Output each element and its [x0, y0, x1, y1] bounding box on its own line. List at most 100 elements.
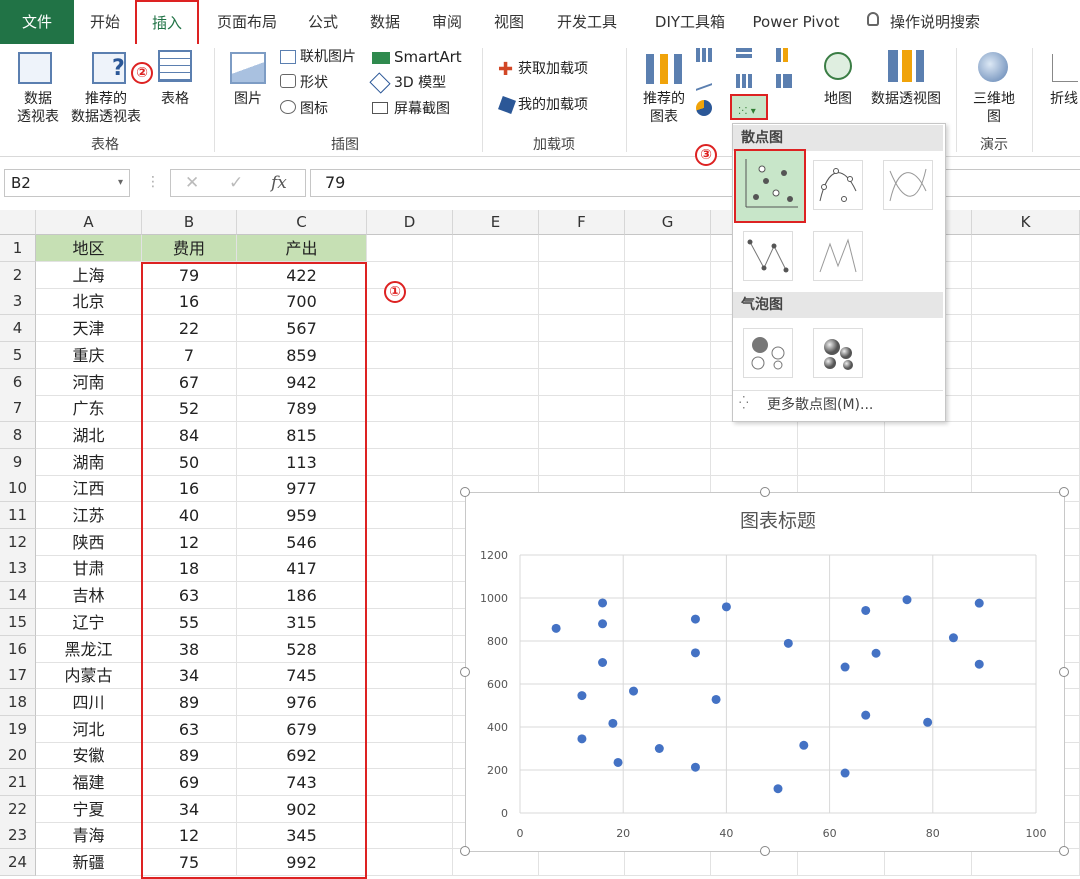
tab-data[interactable]: 数据 — [362, 0, 408, 44]
empty-cell[interactable] — [367, 288, 453, 316]
table-cell[interactable]: 湖北 — [36, 421, 142, 449]
sparkline-line-button[interactable]: 折线 — [1050, 90, 1078, 108]
empty-cell[interactable] — [367, 421, 453, 449]
3d-model-button[interactable]: 3D 模型 — [394, 74, 446, 92]
empty-cell[interactable] — [367, 608, 453, 636]
pivot-table-button[interactable]: 数据 透视表 — [10, 90, 66, 126]
smartart-button[interactable]: SmartArt — [394, 48, 462, 66]
pie-chart-icon[interactable] — [696, 100, 712, 116]
scatter-option-smooth-lines[interactable] — [883, 160, 933, 210]
recommended-pivot-button[interactable]: 推荐的 数据透视表 — [68, 90, 144, 126]
empty-cell[interactable] — [453, 288, 539, 316]
row-header[interactable]: 24 — [0, 849, 36, 877]
tab-home[interactable]: 开始 — [80, 0, 130, 44]
table-header-cell[interactable]: 费用 — [142, 235, 237, 262]
column-chart-icon[interactable] — [696, 48, 712, 62]
empty-cell[interactable] — [972, 235, 1080, 262]
table-cell[interactable]: 河南 — [36, 368, 142, 396]
scatter-option-basic[interactable] — [734, 149, 806, 223]
column-header-g[interactable]: G — [625, 210, 711, 235]
column-header-d[interactable]: D — [367, 210, 453, 235]
select-all-corner[interactable] — [0, 210, 36, 235]
scatter-chart-button[interactable]: ⁚·⁚ ▾ — [730, 94, 768, 120]
column-header-e[interactable]: E — [453, 210, 539, 235]
empty-cell[interactable] — [539, 288, 625, 316]
row-header[interactable]: 21 — [0, 769, 36, 796]
empty-cell[interactable] — [367, 341, 453, 369]
empty-cell[interactable] — [453, 448, 539, 476]
row-header[interactable]: 17 — [0, 662, 36, 690]
table-cell[interactable]: 宁夏 — [36, 795, 142, 823]
empty-cell[interactable] — [625, 368, 711, 396]
table-cell[interactable]: 新疆 — [36, 849, 142, 877]
empty-cell[interactable] — [798, 849, 885, 877]
column-header-c[interactable]: C — [237, 210, 367, 235]
empty-cell[interactable] — [625, 395, 711, 423]
empty-cell[interactable] — [625, 448, 711, 476]
column-header-k[interactable]: K — [972, 210, 1080, 235]
empty-cell[interactable] — [453, 421, 539, 449]
map-button[interactable]: 地图 — [816, 90, 860, 108]
empty-cell[interactable] — [885, 849, 972, 877]
scatter-option-straight-lines[interactable] — [813, 231, 863, 281]
column-header-b[interactable]: B — [142, 210, 237, 235]
tab-page-layout[interactable]: 页面布局 — [208, 0, 286, 44]
empty-cell[interactable] — [625, 421, 711, 449]
table-cell[interactable]: 内蒙古 — [36, 662, 142, 690]
scatter-chart[interactable]: 图表标题 0 200 400 600 800 1000 1200 0 20 40 60 80 100 — [465, 492, 1065, 852]
formula-input[interactable]: 79 — [310, 169, 1080, 197]
row-header[interactable]: 23 — [0, 822, 36, 850]
resize-handle[interactable] — [1059, 487, 1069, 497]
table-cell[interactable]: 北京 — [36, 288, 142, 316]
row-header[interactable]: 3 — [0, 288, 36, 316]
table-cell[interactable]: 四川 — [36, 688, 142, 716]
table-cell[interactable]: 辽宁 — [36, 608, 142, 636]
empty-cell[interactable] — [367, 688, 453, 716]
table-cell[interactable]: 甘肃 — [36, 555, 142, 583]
column-header-a[interactable]: A — [36, 210, 142, 235]
empty-cell[interactable] — [367, 502, 453, 529]
empty-cell[interactable] — [367, 662, 453, 690]
row-header[interactable]: 9 — [0, 448, 36, 476]
more-scatter-charts-link[interactable]: 更多散点图(M)... — [767, 394, 873, 414]
tab-insert[interactable]: 插入 — [135, 0, 199, 45]
tab-review[interactable]: 审阅 — [424, 0, 470, 44]
resize-handle[interactable] — [760, 487, 770, 497]
empty-cell[interactable] — [367, 822, 453, 850]
row-header[interactable]: 12 — [0, 528, 36, 556]
table-cell[interactable]: 福建 — [36, 769, 142, 796]
empty-cell[interactable] — [972, 341, 1080, 369]
empty-cell[interactable] — [798, 421, 885, 449]
empty-cell[interactable] — [972, 315, 1080, 343]
tab-diy-toolbox[interactable]: DIY工具箱 — [642, 0, 738, 44]
empty-cell[interactable] — [625, 341, 711, 369]
drag-handle-icon[interactable]: ⋮ — [146, 174, 160, 190]
empty-cell[interactable] — [367, 475, 453, 503]
resize-handle[interactable] — [760, 846, 770, 856]
table-cell[interactable]: 安徽 — [36, 742, 142, 770]
empty-cell[interactable] — [453, 341, 539, 369]
table-cell[interactable]: 河北 — [36, 715, 142, 743]
row-header[interactable]: 1 — [0, 235, 36, 262]
empty-cell[interactable] — [367, 635, 453, 663]
empty-cell[interactable] — [367, 235, 453, 262]
empty-cell[interactable] — [972, 395, 1080, 423]
row-header[interactable]: 16 — [0, 635, 36, 663]
row-header[interactable]: 4 — [0, 315, 36, 343]
shapes-button[interactable]: 形状 — [300, 74, 328, 92]
empty-cell[interactable] — [885, 448, 972, 476]
line-chart-icon[interactable] — [696, 71, 712, 91]
row-header[interactable]: 14 — [0, 582, 36, 610]
resize-handle[interactable] — [460, 667, 470, 677]
name-box[interactable]: B2 ▾ — [4, 169, 130, 197]
empty-cell[interactable] — [367, 769, 453, 796]
table-cell[interactable]: 青海 — [36, 822, 142, 850]
row-header[interactable]: 6 — [0, 368, 36, 396]
bubble-option-3d[interactable] — [813, 328, 863, 378]
empty-cell[interactable] — [625, 315, 711, 343]
tab-formulas[interactable]: 公式 — [300, 0, 346, 44]
bubble-option-basic[interactable] — [743, 328, 793, 378]
pivot-chart-button[interactable]: 数据透视图 — [866, 90, 946, 108]
row-header[interactable]: 22 — [0, 795, 36, 823]
empty-cell[interactable] — [539, 395, 625, 423]
